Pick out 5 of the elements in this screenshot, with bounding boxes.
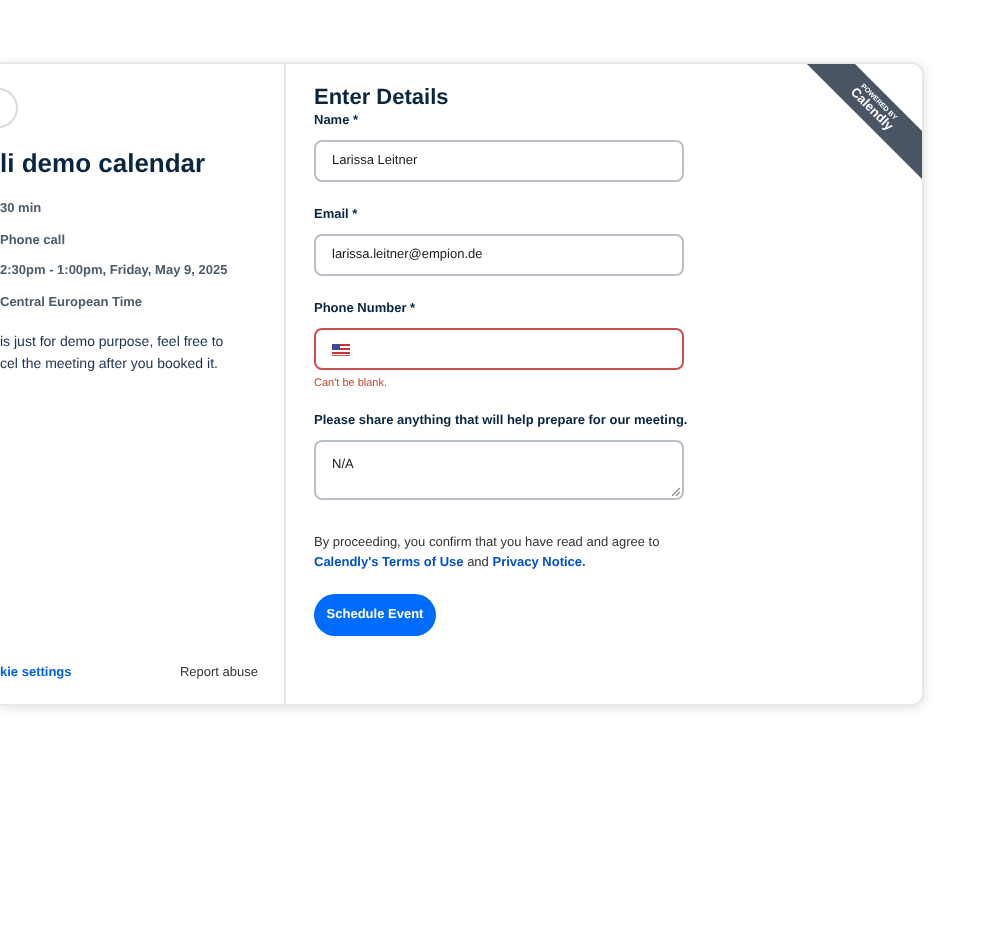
event-title: li demo calendar [0,148,208,180]
resize-handle-icon[interactable] [670,486,680,496]
flag-icon[interactable] [332,343,350,355]
form-title: Enter Details [314,86,449,112]
phone-field[interactable] [314,328,684,370]
